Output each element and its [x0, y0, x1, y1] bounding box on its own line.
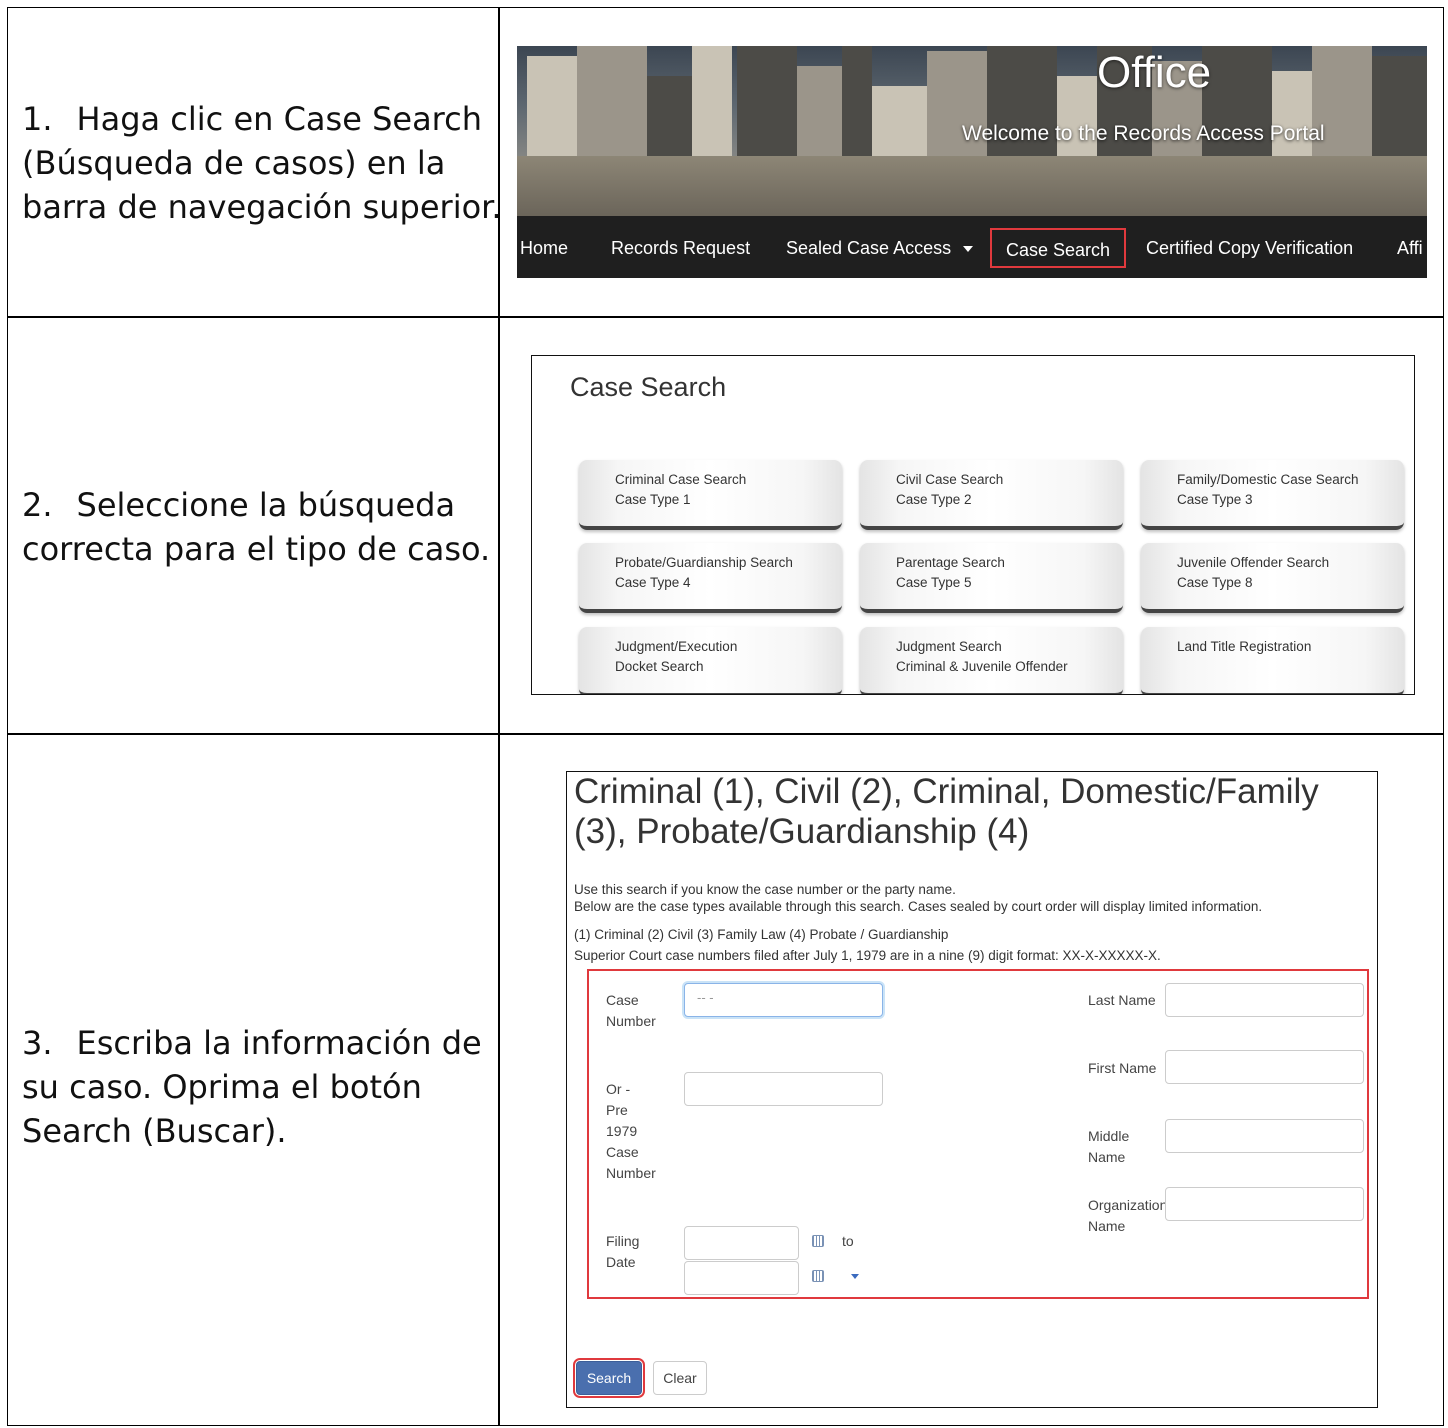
probate-guardianship-search-card[interactable]: Probate/Guardianship Search Case Type 4	[579, 543, 842, 613]
filing-date-from-input[interactable]	[684, 1226, 799, 1260]
nav-sealed-case-access[interactable]: Sealed Case Access	[786, 228, 974, 268]
clear-button[interactable]: Clear	[653, 1361, 707, 1395]
case-number-input[interactable]: -- -	[684, 983, 883, 1017]
juvenile-offender-search-card[interactable]: Juvenile Offender Search Case Type 8	[1141, 543, 1404, 613]
family-domestic-case-search-card[interactable]: Family/Domestic Case Search Case Type 3	[1141, 460, 1404, 530]
calendar-icon[interactable]	[812, 1235, 824, 1247]
civil-case-search-card[interactable]: Civil Case Search Case Type 2	[860, 460, 1123, 530]
middle-name-input[interactable]	[1165, 1119, 1364, 1153]
filing-date-label: Filing Date	[606, 1233, 640, 1270]
search-form-description-2: Below are the case types available throu…	[574, 899, 1263, 914]
pre-1979-case-number-input[interactable]	[684, 1072, 883, 1106]
calendar-icon[interactable]	[812, 1270, 824, 1282]
row-divider-2	[7, 733, 1444, 735]
search-button[interactable]: Search	[573, 1358, 645, 1398]
nav-home[interactable]: Home	[520, 228, 568, 268]
chevron-down-icon[interactable]	[851, 1274, 859, 1279]
organization-name-label: Organization Name	[1088, 1197, 1168, 1234]
middle-name-label: Middle Name	[1088, 1128, 1130, 1165]
criminal-case-search-card[interactable]: Criminal Case Search Case Type 1	[579, 460, 842, 530]
land-title-registration-card[interactable]: Land Title Registration	[1141, 627, 1404, 694]
step-3-text: 3. Escriba la información de su caso. Opr…	[22, 1024, 482, 1150]
nav-records-request[interactable]: Records Request	[611, 228, 750, 268]
case-number-label: Case Number	[606, 992, 656, 1029]
step-2-text: 2. Seleccione la búsqueda correcta para e…	[22, 486, 491, 568]
date-range-to-label: to	[842, 1233, 854, 1249]
case-search-panel: Case Search Criminal Case Search Case Typ…	[531, 355, 1415, 695]
nav-certified-copy-verification[interactable]: Certified Copy Verification	[1146, 228, 1353, 268]
first-name-input[interactable]	[1165, 1050, 1364, 1084]
first-name-label: First Name	[1088, 1060, 1157, 1076]
case-search-title: Case Search	[570, 372, 727, 402]
nav-affidavit[interactable]: Affi	[1397, 228, 1423, 268]
organization-name-input[interactable]	[1165, 1187, 1364, 1221]
filing-date-to-input[interactable]	[684, 1261, 799, 1295]
last-name-input[interactable]	[1165, 983, 1364, 1017]
judgment-search-card[interactable]: Judgment Search Criminal & Juvenile Offen…	[860, 627, 1123, 694]
parentage-search-card[interactable]: Parentage Search Case Type 5	[860, 543, 1123, 613]
search-form-panel: Criminal (1), Civil (2), Criminal, Domes…	[566, 771, 1378, 1408]
case-types-list: (1) Criminal (2) Civil (3) Family Law (4…	[574, 927, 949, 942]
step-1-text: 1. Haga clic en Case Search (Búsqueda de …	[22, 100, 502, 226]
case-number-format-note: Superior Court case numbers filed after …	[574, 948, 1161, 963]
chevron-down-icon	[963, 246, 974, 253]
search-form-description-1: Use this search if you know the case num…	[574, 882, 956, 897]
row-divider-1	[7, 316, 1444, 318]
search-form-title: Criminal (1), Civil (2), Criminal, Domes…	[574, 772, 1319, 851]
banner-title: Office	[1097, 48, 1212, 97]
last-name-label: Last Name	[1088, 992, 1156, 1008]
pre-1979-case-number-label: Or - Pre 1979 Case Number	[606, 1081, 656, 1181]
judgment-execution-docket-card[interactable]: Judgment/Execution Docket Search	[579, 627, 842, 694]
nav-case-search[interactable]: Case Search	[990, 228, 1127, 268]
portal-banner: Office Welcome to the Records Access Por…	[517, 46, 1427, 278]
banner-subtitle: Welcome to the Records Access Portal	[962, 122, 1325, 145]
